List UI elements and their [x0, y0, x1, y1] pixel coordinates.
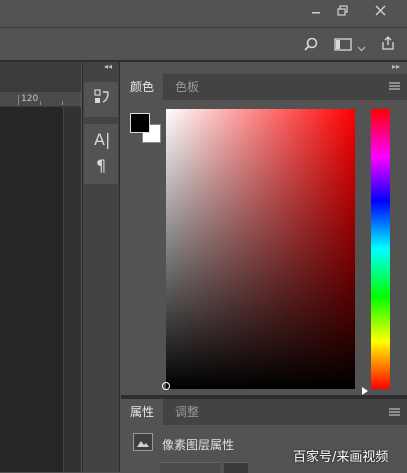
color-field-cursor[interactable]: [162, 382, 170, 390]
minimize-icon[interactable]: [304, 0, 328, 20]
collapse-icon[interactable]: ◂◂: [104, 62, 112, 74]
panel-menu-icon[interactable]: [389, 406, 400, 420]
expand-icon[interactable]: ▸▸: [392, 62, 400, 74]
tab-color[interactable]: 颜色: [121, 74, 164, 100]
character-icon[interactable]: A|: [94, 130, 110, 149]
swatch-history-icon[interactable]: [94, 88, 110, 109]
pixel-layer-icon: [133, 433, 153, 451]
restore-icon[interactable]: [330, 0, 356, 20]
tab-adjustments[interactable]: 调整: [166, 399, 208, 425]
search-icon[interactable]: [304, 37, 318, 54]
close-icon[interactable]: [360, 0, 400, 20]
share-icon[interactable]: [380, 35, 396, 54]
canvas-scroll-edge: [63, 107, 81, 472]
tab-properties[interactable]: 属性: [121, 399, 164, 425]
tab-swatches[interactable]: 色板: [166, 74, 208, 100]
canvas-area[interactable]: [0, 107, 63, 472]
properties-panel-tabbar: [121, 399, 407, 425]
ruler-label: 120: [21, 94, 39, 104]
paragraph-icon[interactable]: ¶: [96, 156, 106, 175]
ruler-tick: [18, 95, 19, 105]
color-field[interactable]: [166, 109, 355, 389]
watermark: 百家号/来画视频: [293, 450, 389, 465]
foreground-color-swatch[interactable]: [130, 113, 150, 133]
property-field: [224, 462, 248, 473]
color-panel-tabbar: [121, 74, 407, 100]
workspace-icon[interactable]: [334, 38, 352, 54]
panel-menu-icon[interactable]: [389, 80, 400, 94]
document-frame: [0, 62, 81, 92]
hue-slider[interactable]: [371, 109, 390, 389]
ruler-tick: [40, 101, 41, 105]
property-field: [160, 462, 220, 473]
ruler-tick: [62, 101, 63, 105]
layer-type-label: 像素图层属性: [162, 438, 235, 452]
chevron-down-icon[interactable]: [357, 41, 366, 55]
